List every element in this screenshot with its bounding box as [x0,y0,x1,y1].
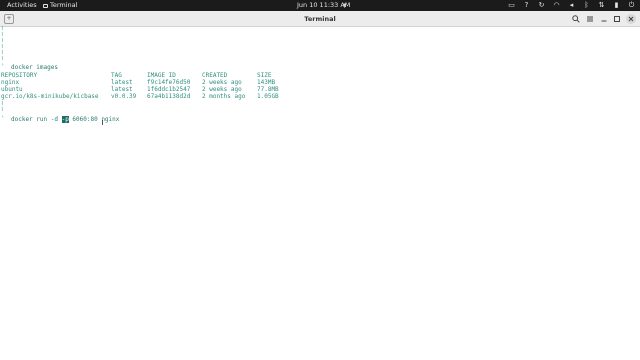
network-icon[interactable]: ⇅ [598,2,605,9]
search-button[interactable] [571,14,581,24]
table-row-tag: latest [111,79,133,86]
table-row-image-id: 67a4b1138d2d [147,93,191,100]
table-row-size: 143MB [257,79,276,86]
header-size: SIZE [257,72,272,79]
mouse-cursor-ibeam [102,120,105,125]
prompt-marker: › [1,62,5,68]
activities-button[interactable]: Activities [7,0,37,11]
speaker-icon[interactable]: ◂ [568,2,575,9]
window-title: Terminal [304,15,336,23]
updates-icon[interactable]: ↻ [538,2,545,9]
prompt-marker: ⌇ [1,107,4,113]
table-row-created: 2 months ago [202,93,246,100]
terminal-app-icon [43,3,48,8]
top-bar: Activities Terminal Jun 10 11:33 AM ▭ ? … [0,0,640,11]
close-icon [628,16,634,22]
question-icon[interactable]: ? [523,2,530,9]
table-row-created: 2 weeks ago [202,79,242,86]
header-repository: REPOSITORY [1,72,38,79]
bluetooth-icon[interactable]: ᛒ [583,2,590,9]
header-created: CREATED [202,72,228,79]
close-button[interactable] [626,14,636,24]
system-tray[interactable]: ▭ ? ↻ ◠ ◂ ᛒ ⇅ ▮ ⏻ [500,2,635,9]
menu-icon [587,16,593,22]
table-row-size: 1.05GB [257,93,279,100]
table-row-tag: v0.0.39 [111,93,137,100]
command-docker-images: docker images [11,64,58,71]
terminal-output[interactable]: ⌇ ⌇ ⌇ ⌇ ⌇ ⌇ › docker images REPOSITORY T… [0,26,640,360]
text-selection[interactable]: -p [61,116,69,123]
window-header[interactable]: + Terminal [0,11,640,27]
table-row-image-id: 1f6ddc1b2547 [147,86,191,93]
screen-icon[interactable]: ▭ [508,2,515,9]
prompt-marker: › [1,114,5,120]
app-menu-label: Terminal [50,1,78,9]
minimize-button[interactable] [599,14,609,24]
table-row-repository: ubuntu [1,86,23,93]
maximize-icon [614,16,620,22]
table-row-size: 77.8MB [257,86,279,93]
table-row-tag: latest [111,86,133,93]
search-icon [572,15,580,23]
header-image-id: IMAGE ID [147,72,176,79]
notification-icon[interactable] [342,3,347,8]
table-row-created: 2 weeks ago [202,86,242,93]
minimize-icon [601,20,607,22]
command-text: docker run -d [11,116,62,123]
table-row-repository: nginx [1,79,20,86]
menu-button[interactable] [585,14,595,24]
app-menu[interactable]: Terminal [43,0,77,11]
maximize-button[interactable] [612,14,622,24]
power-icon[interactable]: ⏻ [628,2,635,9]
command-text: 6060:80 nginx [68,116,120,123]
table-row-image-id: f9c14fe76d50 [147,79,191,86]
wifi-icon[interactable]: ◠ [553,2,560,9]
table-row-repository: gcr.io/k8s-minikube/kicbase [1,93,99,100]
header-tag: TAG [111,72,122,79]
battery-icon[interactable]: ▮ [613,2,620,9]
